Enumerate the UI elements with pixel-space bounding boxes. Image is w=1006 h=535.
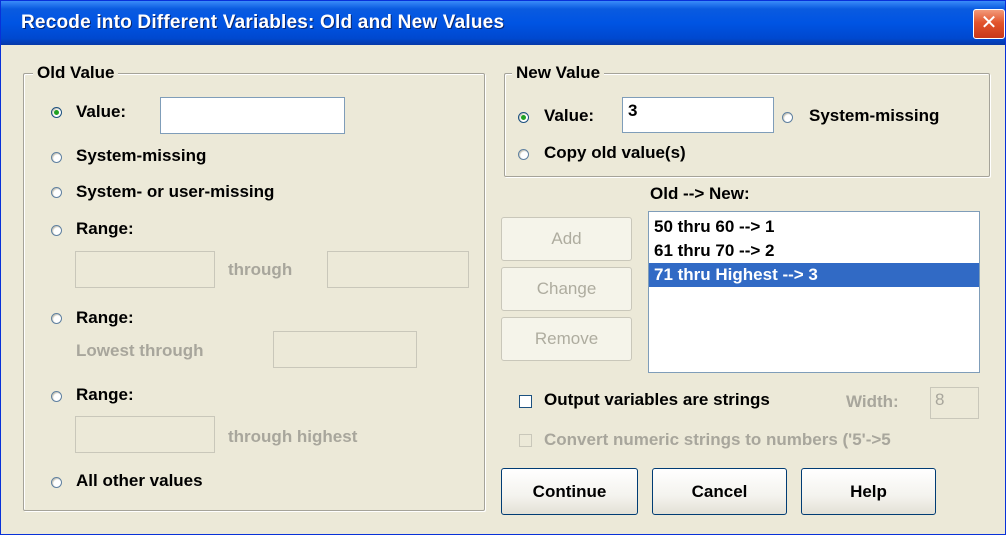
convert-numeric-checkbox[interactable]	[519, 434, 532, 447]
range3-input[interactable]	[75, 416, 215, 453]
continue-button[interactable]: Continue	[501, 468, 638, 515]
output-strings-checkbox[interactable]	[519, 395, 532, 408]
new-value-label: Value:	[544, 106, 595, 125]
list-item[interactable]: 50 thru 60 --> 1	[649, 215, 979, 239]
remove-button[interactable]: Remove	[501, 317, 632, 361]
new-system-missing-radio[interactable]	[782, 112, 793, 123]
range2-input[interactable]	[273, 331, 417, 368]
range1-to-input[interactable]	[327, 251, 469, 288]
range1-through-label: through	[228, 260, 293, 279]
system-missing-radio[interactable]	[51, 152, 62, 163]
all-other-values-label: All other values	[76, 471, 203, 490]
range1-label: Range:	[76, 219, 134, 238]
width-input[interactable]: 8	[930, 387, 979, 419]
sys-user-missing-radio[interactable]	[51, 187, 62, 198]
add-button[interactable]: Add	[501, 217, 632, 261]
range1-radio[interactable]	[51, 225, 62, 236]
cancel-button[interactable]: Cancel	[652, 468, 787, 515]
system-missing-label: System-missing	[76, 146, 207, 165]
old-new-listbox[interactable]: 50 thru 60 --> 1 61 thru 70 --> 2 71 thr…	[648, 211, 980, 373]
title-bar[interactable]: Recode into Different Variables: Old and…	[1, 1, 1005, 45]
sys-user-missing-label: System- or user-missing	[76, 182, 275, 201]
width-label: Width:	[846, 392, 899, 411]
new-system-missing-label: System-missing	[809, 106, 940, 125]
range3-radio[interactable]	[51, 391, 62, 402]
copy-old-value-radio[interactable]	[518, 149, 529, 160]
old-value-label: Value:	[76, 102, 127, 121]
range2-label: Range:	[76, 308, 134, 327]
new-value-input[interactable]: 3	[622, 97, 774, 133]
close-button[interactable]: ✕	[973, 9, 1005, 39]
range3-label: Range:	[76, 385, 134, 404]
output-strings-label: Output variables are strings	[544, 390, 770, 409]
range2-radio[interactable]	[51, 313, 62, 324]
window-title: Recode into Different Variables: Old and…	[21, 12, 505, 33]
recode-dialog: Recode into Different Variables: Old and…	[0, 0, 1006, 535]
range3-through-highest-label: through highest	[228, 427, 358, 446]
close-icon: ✕	[980, 12, 998, 34]
convert-numeric-label: Convert numeric strings to numbers ('5'-…	[544, 430, 891, 449]
range2-lowest-through-label: Lowest through	[76, 341, 204, 360]
old-value-radio[interactable]	[51, 107, 62, 118]
list-item[interactable]: 61 thru 70 --> 2	[649, 239, 979, 263]
change-button[interactable]: Change	[501, 267, 632, 311]
new-value-radio[interactable]	[518, 112, 529, 123]
list-item-selected[interactable]: 71 thru Highest --> 3	[649, 263, 979, 287]
old-new-header: Old --> New:	[650, 184, 750, 203]
help-button[interactable]: Help	[801, 468, 936, 515]
range1-from-input[interactable]	[75, 251, 215, 288]
copy-old-value-label: Copy old value(s)	[544, 143, 686, 162]
new-value-group-title: New Value	[512, 63, 605, 83]
all-other-values-radio[interactable]	[51, 477, 62, 488]
old-value-group-title: Old Value	[33, 63, 119, 83]
old-value-input[interactable]	[160, 97, 345, 134]
